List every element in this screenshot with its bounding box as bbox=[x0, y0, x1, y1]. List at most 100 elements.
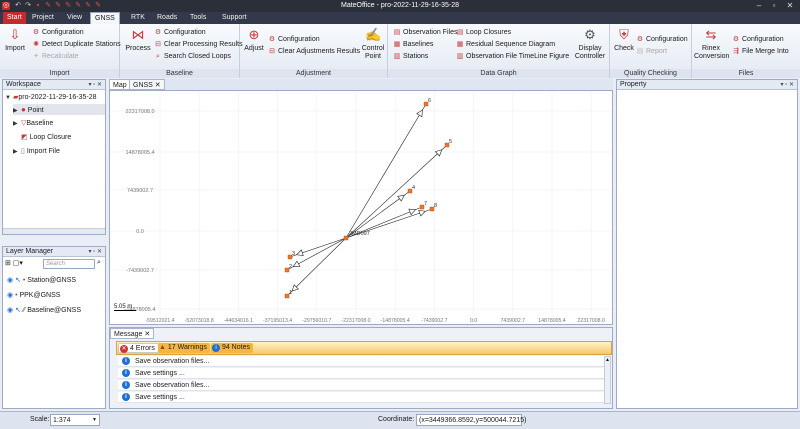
minimize-icon[interactable]: – bbox=[752, 1, 766, 11]
rinex-conversion-button[interactable]: ⇆ Rinex Conversion bbox=[694, 27, 729, 61]
import-button-label: Import bbox=[5, 45, 25, 52]
expand-arrow-icon[interactable]: ▶ bbox=[13, 119, 21, 130]
tab-start[interactable]: Start bbox=[3, 12, 26, 24]
recalculate-label: Recalculate bbox=[42, 53, 79, 60]
network-graph[interactable]: 22317008.0 14878005.4 7439002.7 0.0 -7439002… bbox=[110, 91, 613, 325]
warnings-filter[interactable]: ▲ 17 Warnings bbox=[158, 343, 210, 353]
report-button[interactable]: ▤ Report bbox=[636, 47, 667, 57]
baseline-configuration-button[interactable]: ⚙ Configuration bbox=[154, 28, 206, 38]
close-icon[interactable]: ✕ bbox=[155, 82, 161, 89]
close-icon[interactable]: ✕ bbox=[783, 1, 797, 11]
visibility-eye-icon[interactable]: ◉ bbox=[7, 307, 13, 314]
import-button[interactable]: ⇩ Import bbox=[3, 27, 27, 53]
import-configuration-button[interactable]: ⚙ Configuration bbox=[32, 28, 84, 38]
layer-search-input[interactable]: Search bbox=[43, 259, 95, 269]
message-tab-label: Message bbox=[114, 331, 143, 338]
center-station-marker[interactable] bbox=[343, 235, 349, 241]
tab-project[interactable]: Project bbox=[28, 12, 58, 24]
baseline-label: Baseline bbox=[26, 120, 54, 127]
maximize-icon[interactable]: ▫ bbox=[767, 1, 781, 11]
tab-map[interactable]: Map bbox=[109, 79, 131, 90]
loop-closures-button[interactable]: ▤ Loop Closures bbox=[456, 28, 511, 38]
display-controller-button[interactable]: ⚙ Display Controller bbox=[572, 27, 608, 61]
panel-controls-icon[interactable]: ▾ ▫ ✕ bbox=[89, 247, 103, 257]
adjust-button[interactable]: ⊕ Adjust bbox=[243, 27, 265, 53]
process-button[interactable]: ⋈ Process bbox=[123, 27, 153, 53]
x-tick-label: 7439002.7 bbox=[501, 318, 526, 324]
tab-support[interactable]: Support bbox=[218, 12, 251, 24]
stations-button[interactable]: ▥ Stations bbox=[393, 52, 429, 62]
layer-item-baseline[interactable]: ◉ ↖ ⁄⁄ Baseline@GNSS bbox=[7, 305, 81, 316]
chevron-down-icon[interactable]: ▼ bbox=[92, 415, 97, 426]
files-configuration-button[interactable]: ⚙ Configuration bbox=[732, 35, 784, 45]
select-cursor-icon[interactable]: ↖ bbox=[15, 307, 21, 314]
timeline-figure-button[interactable]: ▥ Observation File TimeLine Figure bbox=[456, 52, 569, 62]
message-text: Save observation files... bbox=[135, 358, 210, 365]
tab-view[interactable]: View bbox=[63, 12, 86, 24]
tab-gnss[interactable]: GNSS bbox=[90, 12, 120, 24]
y-tick-label: 0.0 bbox=[136, 229, 144, 235]
files-group-title: Files bbox=[692, 69, 800, 78]
tab-tools[interactable]: Tools bbox=[186, 12, 210, 24]
message-row[interactable]: i Save settings ... bbox=[118, 368, 604, 379]
layer-item-station[interactable]: ◉ ↖ • Station@GNSS bbox=[7, 275, 76, 286]
clear-processing-results-button[interactable]: ⊟ Clear Processing Results bbox=[154, 40, 243, 50]
collapse-arrow-icon[interactable]: ▼ bbox=[5, 93, 13, 104]
process-icon: ⋈ bbox=[131, 27, 145, 42]
panel-controls-icon[interactable]: ▾ ▫ ✕ bbox=[781, 80, 795, 90]
file-merge-label: File Merge Into bbox=[742, 48, 789, 55]
recalculate-button[interactable]: ✦ Recalculate bbox=[32, 52, 79, 62]
expand-arrow-icon[interactable]: ▶ bbox=[13, 106, 21, 117]
scale-select[interactable]: 1:374 ▼ bbox=[50, 414, 100, 426]
file-merge-button[interactable]: ⇶ File Merge Into bbox=[732, 47, 789, 57]
close-icon[interactable]: ✕ bbox=[144, 331, 150, 338]
tree-item-baseline[interactable]: ▶ ▽Baseline bbox=[13, 118, 53, 129]
panel-controls-icon[interactable]: ▾ ▫ ✕ bbox=[89, 80, 103, 90]
observation-files-button[interactable]: ▤ Observation Files bbox=[393, 28, 458, 38]
property-header: Property ▾ ▫ ✕ bbox=[617, 80, 797, 90]
layer-options-icon[interactable]: ⊞ ▢▾ bbox=[5, 259, 23, 267]
import-icon: ⇩ bbox=[9, 27, 21, 42]
clear-processing-label: Clear Processing Results bbox=[164, 41, 243, 48]
search-closed-loops-button[interactable]: ⌕ Search Closed Loops bbox=[154, 52, 231, 62]
message-row[interactable]: i Save observation files... bbox=[118, 356, 604, 367]
baseline-vector[interactable] bbox=[345, 144, 448, 239]
layer-item-ppk[interactable]: ◉ • PPK@GNSS bbox=[7, 290, 60, 301]
visibility-eye-icon[interactable]: ◉ bbox=[7, 292, 13, 299]
y-tick-label: 14878005.4 bbox=[125, 150, 154, 156]
detect-duplicate-stations-button[interactable]: ✺ Detect Duplicate Stations bbox=[32, 40, 121, 50]
tab-rtk[interactable]: RTK bbox=[127, 12, 149, 24]
import-group: ⇩ Import ⚙ Configuration ✺ Detect Duplicat… bbox=[0, 24, 121, 78]
tab-gnss-doc[interactable]: GNSS ✕ bbox=[129, 79, 165, 90]
vector-arrowhead bbox=[292, 260, 301, 267]
residual-sequence-button[interactable]: ▦ Residual Sequence Diagram bbox=[456, 40, 555, 50]
adjustment-configuration-button[interactable]: ⚙ Configuration bbox=[268, 35, 320, 45]
check-button[interactable]: ⛨ Check bbox=[613, 27, 635, 53]
clear-adjustments-results-button[interactable]: ⊟ Clear Adjustments Results bbox=[268, 47, 360, 57]
message-scrollbar[interactable]: ▲ bbox=[604, 356, 611, 404]
baselines-button[interactable]: ▦ Baselines bbox=[393, 40, 434, 50]
message-row[interactable]: i Save settings ... bbox=[118, 392, 604, 403]
notes-filter[interactable]: i 94 Notes bbox=[211, 343, 253, 353]
x-tick-label: -29756010.7 bbox=[302, 318, 331, 324]
tree-item-point[interactable]: ▶ ● Point bbox=[13, 104, 105, 115]
control-point-button[interactable]: ✍ Control Point bbox=[360, 27, 386, 61]
tab-roads[interactable]: Roads bbox=[153, 12, 181, 24]
expand-arrow-icon[interactable]: ▶ bbox=[13, 147, 21, 158]
info-icon: i bbox=[122, 381, 130, 390]
message-row[interactable]: i Save observation files... bbox=[118, 380, 604, 391]
map-view[interactable]: 22317008.0 14878005.4 7439002.7 0.0 -7439002… bbox=[109, 90, 613, 325]
errors-filter[interactable]: ✕ 4 Errors bbox=[118, 343, 159, 353]
project-node[interactable]: ▼ ▰pro-2022-11-29-16-35-28 bbox=[5, 92, 96, 103]
loop-closures-icon: ▤ bbox=[456, 29, 464, 36]
visibility-eye-icon[interactable]: ◉ bbox=[7, 277, 13, 284]
tree-item-import-file[interactable]: ▶ ▯ Import File bbox=[13, 146, 60, 157]
search-icon[interactable]: ⌕ bbox=[97, 259, 101, 267]
baseline-vector[interactable] bbox=[345, 103, 427, 239]
workspace-panel: Workspace ▾ ▫ ✕ ▼ ▰pro-2022-11-29-16-35-2… bbox=[2, 79, 106, 235]
select-cursor-icon[interactable]: ↖ bbox=[15, 277, 21, 284]
tree-item-loop-closure[interactable]: ◩ Loop Closure bbox=[21, 132, 71, 143]
workspace-scrollbar[interactable] bbox=[3, 228, 105, 234]
quality-configuration-button[interactable]: ⚙ Configuration bbox=[636, 35, 688, 45]
tab-message[interactable]: Message ✕ bbox=[110, 328, 155, 339]
